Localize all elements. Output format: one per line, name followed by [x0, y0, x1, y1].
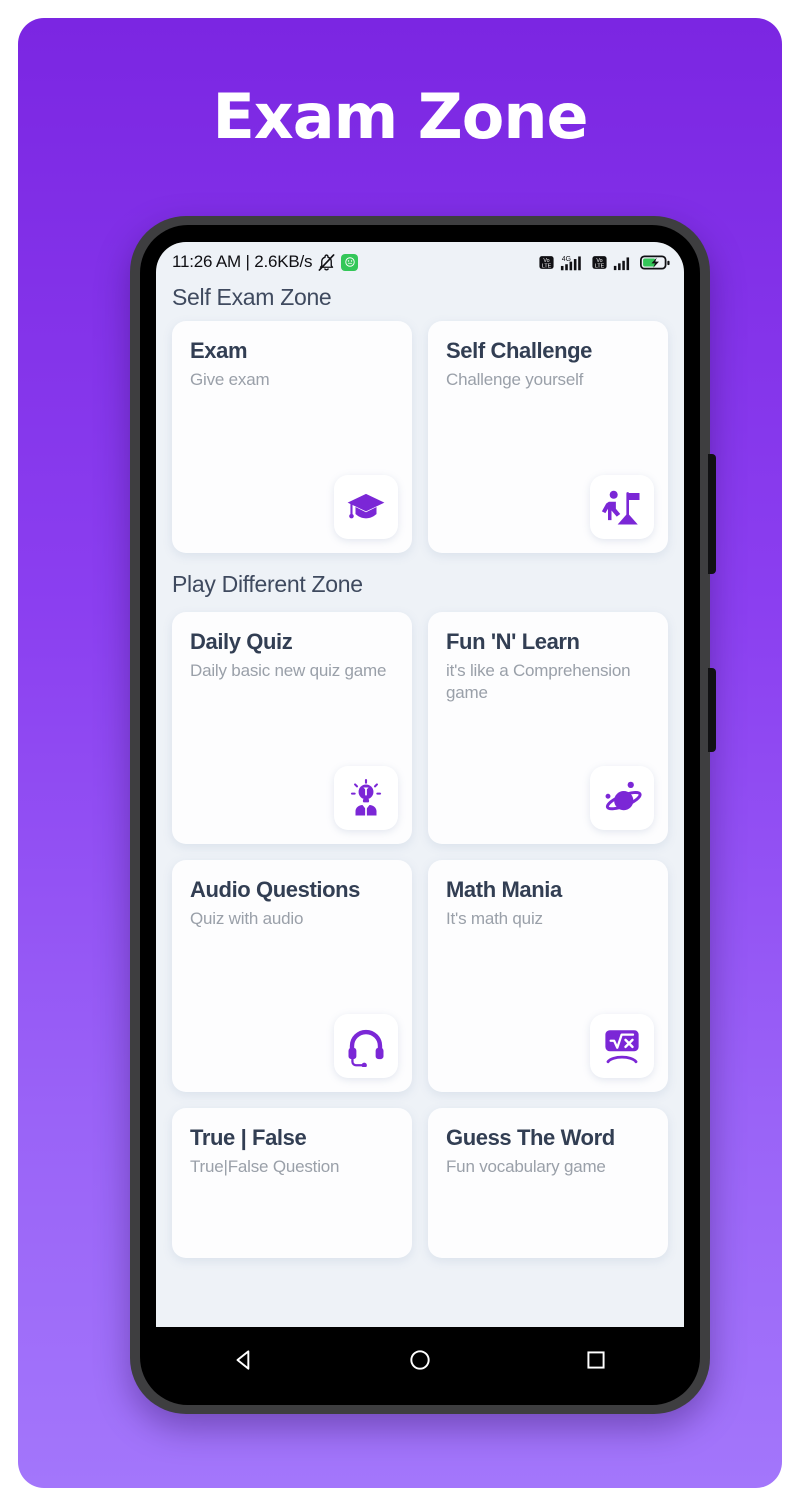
recents-square-icon[interactable] [566, 1340, 626, 1380]
status-bar-left: 11:26 AM | 2.6KB/s [172, 252, 359, 272]
lightbulb-person-icon [334, 766, 398, 830]
card-fun-n-learn[interactable]: Fun 'N' Learn it's like a Comprehension … [428, 612, 668, 844]
volte-sim1-icon: Vo LTE [538, 254, 555, 271]
card-audio-questions[interactable]: Audio Questions Quiz with audio [172, 860, 412, 1092]
android-nav-bar [156, 1327, 684, 1393]
status-time-and-speed: 11:26 AM | 2.6KB/s [172, 252, 313, 271]
phone-frame: 11:26 AM | 2.6KB/s Vo LTE 4G Vo LTE Self… [130, 216, 716, 1414]
android-smiley-icon [341, 253, 359, 271]
signal-bars-icon [613, 253, 635, 272]
section-heading-play-different-zone: Play Different Zone [172, 571, 363, 597]
card-math-mania[interactable]: Math Mania It's math quiz [428, 860, 668, 1092]
card-true-false[interactable]: True | False True|False Question [172, 1108, 412, 1258]
bell-mute-icon [317, 253, 336, 272]
card-title: Math Mania [446, 877, 562, 902]
home-circle-icon[interactable] [390, 1340, 450, 1380]
card-title: Fun 'N' Learn [446, 629, 580, 654]
svg-text:LTE: LTE [595, 263, 605, 269]
app-bar: Self Exam Zone [156, 282, 684, 321]
self-exam-zone-grid: Exam Give exam Self Challenge Challenge … [156, 321, 684, 553]
volume-button[interactable] [708, 454, 716, 574]
square-root-icon [590, 1014, 654, 1078]
card-title: Guess The Word [446, 1125, 615, 1150]
headset-icon [334, 1014, 398, 1078]
card-subtitle: It's math quiz [446, 908, 543, 928]
card-title: Exam [190, 338, 248, 363]
promo-backdrop: Exam Zone 11:26 AM | 2.6KB/s Vo LTE 4G V… [18, 18, 782, 1488]
promo-title: Exam Zone [212, 80, 588, 153]
svg-text:LTE: LTE [542, 263, 552, 269]
card-self-challenge[interactable]: Self Challenge Challenge yourself [428, 321, 668, 553]
planet-icon [590, 766, 654, 830]
volte-sim2-icon: Vo LTE [591, 254, 608, 271]
person-flag-icon [590, 475, 654, 539]
page-title: Self Exam Zone [172, 284, 332, 310]
graduation-cap-icon [334, 475, 398, 539]
card-subtitle: Fun vocabulary game [446, 1156, 606, 1176]
phone-screen: 11:26 AM | 2.6KB/s Vo LTE 4G Vo LTE Self… [156, 242, 684, 1327]
card-subtitle: Give exam [190, 369, 270, 389]
play-different-zone-grid: Daily Quiz Daily basic new quiz game Fun… [156, 612, 684, 1258]
battery-charging-icon [640, 254, 670, 271]
card-title: Daily Quiz [190, 629, 293, 654]
power-button[interactable] [708, 668, 716, 752]
status-bar: 11:26 AM | 2.6KB/s Vo LTE 4G Vo LTE [156, 242, 684, 282]
status-bar-right: Vo LTE 4G Vo LTE [538, 253, 670, 272]
card-subtitle: True|False Question [190, 1156, 340, 1176]
card-subtitle: Quiz with audio [190, 908, 304, 928]
card-title: Audio Questions [190, 877, 361, 902]
card-guess-the-word[interactable]: Guess The Word Fun vocabulary game [428, 1108, 668, 1258]
card-subtitle: Challenge yourself [446, 369, 584, 389]
card-daily-quiz[interactable]: Daily Quiz Daily basic new quiz game [172, 612, 412, 844]
card-title: Self Challenge [446, 338, 592, 363]
card-exam[interactable]: Exam Give exam [172, 321, 412, 553]
card-subtitle: it's like a Comprehension game [446, 660, 631, 703]
back-triangle-icon[interactable] [214, 1340, 274, 1380]
card-subtitle: Daily basic new quiz game [190, 660, 387, 680]
card-title: True | False [190, 1125, 307, 1150]
signal-4g-icon: 4G [560, 253, 586, 272]
